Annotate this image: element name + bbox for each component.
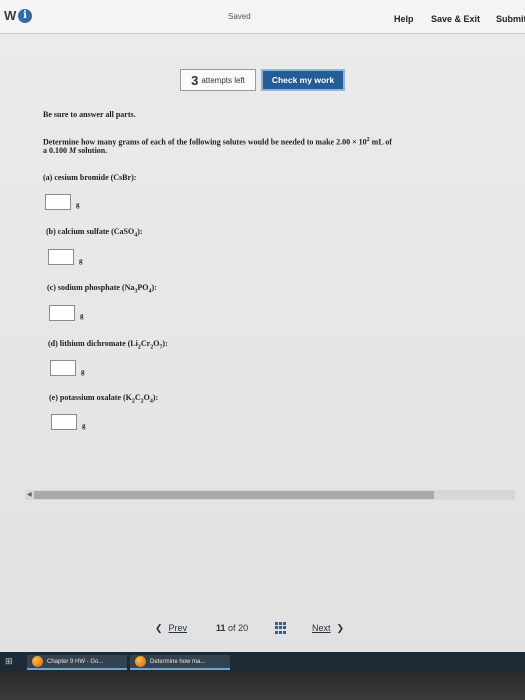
attempts-label: attempts left bbox=[201, 75, 245, 85]
next-button[interactable]: Next ❯ bbox=[312, 623, 344, 634]
taskbar-item-chapter9[interactable]: Chapter 9 HW - Go... bbox=[27, 655, 127, 670]
info-icon[interactable]: i bbox=[18, 9, 32, 23]
part-e-unit: g bbox=[82, 422, 86, 430]
help-button[interactable]: Help bbox=[394, 14, 414, 24]
chevron-right-icon: ❯ bbox=[336, 623, 345, 633]
save-exit-button[interactable]: Save & Exit bbox=[431, 14, 480, 24]
chrome-icon bbox=[135, 656, 146, 667]
part-b-unit: g bbox=[79, 257, 83, 265]
part-a-label: (a) cesium bromide (CsBr): bbox=[43, 173, 137, 182]
part-a-answer-input[interactable] bbox=[45, 194, 71, 210]
part-b-label: (b) calcium sulfate (CaSO4): bbox=[46, 227, 143, 239]
horizontal-scrollbar[interactable]: ◀ bbox=[25, 490, 515, 500]
brand-logo: W bbox=[4, 8, 17, 23]
monitor-bezel bbox=[0, 672, 525, 700]
part-d-answer-input[interactable] bbox=[50, 360, 76, 376]
scrollbar-thumb[interactable] bbox=[34, 491, 434, 499]
grid-icon[interactable] bbox=[275, 622, 287, 634]
saved-status: Saved bbox=[228, 12, 251, 21]
browser-screen: W i Saved Help Save & Exit Submit 3 atte… bbox=[0, 0, 525, 652]
submit-button[interactable]: Submit bbox=[496, 14, 525, 24]
part-e-label: (e) potassium oxalate (K2C2O4): bbox=[49, 393, 159, 405]
windows-start-icon[interactable]: ⊞ bbox=[5, 656, 15, 666]
question-prompt-line2: a 0.100 M solution. bbox=[43, 146, 108, 155]
part-d-unit: g bbox=[81, 368, 85, 376]
taskbar: ⊞ Chapter 9 HW - Go... Determine how ma.… bbox=[0, 652, 525, 672]
part-d-label: (d) lithium dichromate (Li2Cr2O7): bbox=[48, 339, 168, 351]
check-my-work-button[interactable]: Check my work bbox=[261, 69, 345, 91]
chrome-icon bbox=[32, 656, 43, 667]
prev-button[interactable]: ❮ Prev bbox=[155, 623, 187, 634]
scroll-left-arrow-icon[interactable]: ◀ bbox=[27, 491, 32, 498]
part-e-answer-input[interactable] bbox=[51, 414, 77, 430]
part-c-answer-input[interactable] bbox=[49, 305, 75, 321]
part-c-unit: g bbox=[80, 312, 84, 320]
instruction-text: Be sure to answer all parts. bbox=[43, 110, 136, 119]
top-bar: W i Saved Help Save & Exit Submit bbox=[0, 0, 525, 34]
attempts-count: 3 bbox=[191, 72, 199, 88]
part-c-label: (c) sodium phosphate (Na3PO4): bbox=[47, 283, 157, 295]
attempts-left-badge: 3 attempts left bbox=[180, 69, 256, 91]
next-label: Next bbox=[312, 623, 331, 633]
chevron-left-icon: ❮ bbox=[155, 623, 163, 633]
part-a-unit: g bbox=[76, 201, 80, 209]
page-indicator: 11 of 20 bbox=[216, 623, 249, 633]
taskbar-item-determine[interactable]: Determine how ma... bbox=[130, 655, 230, 670]
prev-label: Prev bbox=[168, 623, 188, 633]
part-b-answer-input[interactable] bbox=[48, 249, 74, 265]
